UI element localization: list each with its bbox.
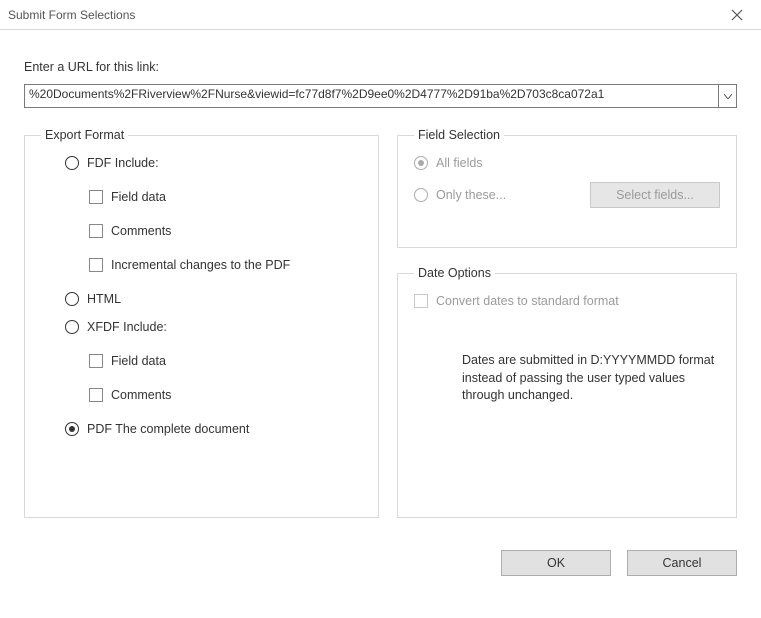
check-fdf-field-data[interactable]: Field data xyxy=(89,190,362,204)
export-format-legend: Export Format xyxy=(41,128,128,142)
radio-label: FDF Include: xyxy=(87,156,159,170)
check-fdf-comments[interactable]: Comments xyxy=(89,224,362,238)
field-selection-group: Field Selection All fields Only these...… xyxy=(397,128,737,248)
checkbox-icon xyxy=(89,190,103,204)
export-format-group: Export Format FDF Include: Field data Co… xyxy=(24,128,379,518)
radio-label: PDF The complete document xyxy=(87,422,249,436)
radio-icon xyxy=(414,188,428,202)
radio-icon xyxy=(65,422,79,436)
radio-all-fields-row: All fields xyxy=(414,156,720,170)
dialog-body: Enter a URL for this link: %20Documents%… xyxy=(0,30,761,546)
checkbox-label: Incremental changes to the PDF xyxy=(111,258,290,272)
radio-only-these-row: Only these... Select fields... xyxy=(414,182,720,208)
radio-icon xyxy=(414,156,428,170)
check-xfdf-field-data[interactable]: Field data xyxy=(89,354,362,368)
date-options-group: Date Options Convert dates to standard f… xyxy=(397,266,737,518)
chevron-down-icon xyxy=(724,94,732,99)
date-note: Dates are submitted in D:YYYYMMDD format… xyxy=(462,352,720,405)
radio-label: All fields xyxy=(436,156,483,170)
checkbox-label: Convert dates to standard format xyxy=(436,294,619,308)
close-icon xyxy=(731,9,743,21)
url-dropdown-button[interactable] xyxy=(719,84,737,108)
checkbox-icon xyxy=(89,388,103,402)
radio-html[interactable]: HTML xyxy=(65,292,362,306)
radio-icon xyxy=(65,156,79,170)
radio-all-fields: All fields xyxy=(414,156,483,170)
radio-only-these: Only these... xyxy=(414,188,506,202)
left-column: Export Format FDF Include: Field data Co… xyxy=(24,128,379,536)
ok-button[interactable]: OK xyxy=(501,550,611,576)
close-button[interactable] xyxy=(719,3,755,27)
date-options-legend: Date Options xyxy=(414,266,495,280)
radio-icon xyxy=(65,292,79,306)
url-label: Enter a URL for this link: xyxy=(24,60,737,74)
radio-fdf[interactable]: FDF Include: xyxy=(65,156,362,170)
checkbox-label: Field data xyxy=(111,354,166,368)
checkbox-icon xyxy=(414,294,428,308)
select-fields-button: Select fields... xyxy=(590,182,720,208)
checkbox-icon xyxy=(89,224,103,238)
titlebar: Submit Form Selections xyxy=(0,0,761,30)
checkbox-label: Field data xyxy=(111,190,166,204)
cancel-button[interactable]: Cancel xyxy=(627,550,737,576)
radio-label: XFDF Include: xyxy=(87,320,167,334)
columns: Export Format FDF Include: Field data Co… xyxy=(24,128,737,536)
url-input[interactable]: %20Documents%2FRiverview%2FNurse&viewid=… xyxy=(24,84,719,108)
radio-icon xyxy=(65,320,79,334)
checkbox-icon xyxy=(89,258,103,272)
check-fdf-incremental[interactable]: Incremental changes to the PDF xyxy=(89,258,362,272)
checkbox-icon xyxy=(89,354,103,368)
url-row: %20Documents%2FRiverview%2FNurse&viewid=… xyxy=(24,84,737,108)
check-xfdf-comments[interactable]: Comments xyxy=(89,388,362,402)
radio-label: Only these... xyxy=(436,188,506,202)
radio-pdf[interactable]: PDF The complete document xyxy=(65,422,362,436)
dialog-buttons: OK Cancel xyxy=(0,546,761,576)
right-column: Field Selection All fields Only these...… xyxy=(397,128,737,536)
check-convert-dates: Convert dates to standard format xyxy=(414,294,720,308)
field-selection-legend: Field Selection xyxy=(414,128,504,142)
checkbox-label: Comments xyxy=(111,224,171,238)
radio-xfdf[interactable]: XFDF Include: xyxy=(65,320,362,334)
radio-label: HTML xyxy=(87,292,121,306)
window-title: Submit Form Selections xyxy=(8,8,135,22)
checkbox-label: Comments xyxy=(111,388,171,402)
